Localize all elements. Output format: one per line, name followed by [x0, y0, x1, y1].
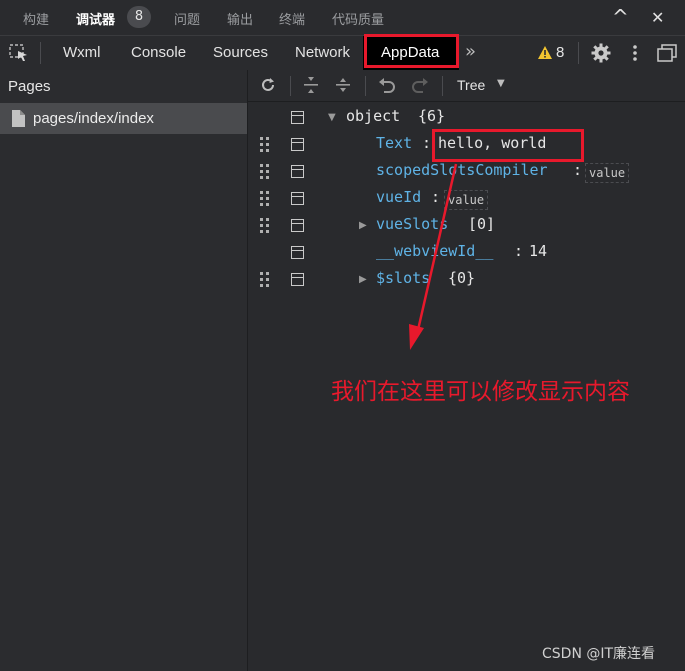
annotation-arrow: [409, 163, 458, 350]
watermark: CSDN @IT廉连看: [542, 646, 656, 662]
annotation-text: 我们在这里可以修改显示内容: [331, 379, 630, 405]
